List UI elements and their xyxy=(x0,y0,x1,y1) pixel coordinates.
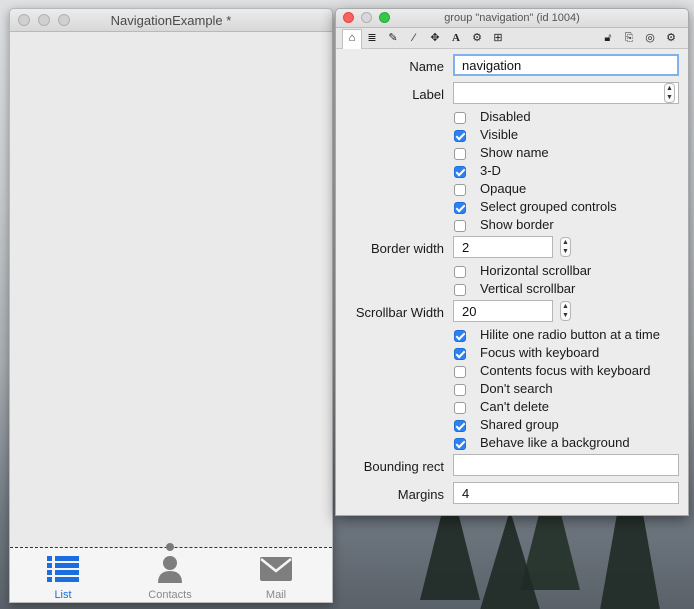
mail-icon xyxy=(260,557,292,581)
cant-delete-checkbox[interactable] xyxy=(454,402,466,414)
cant-delete-label: Can't delete xyxy=(480,399,549,414)
inspector-titlebar[interactable]: group "navigation" (id 1004) xyxy=(336,9,688,28)
gear-icon[interactable]: ⚙ xyxy=(662,30,680,46)
database-icon[interactable]: ≣ xyxy=(363,30,381,46)
pencil-icon[interactable]: ✎ xyxy=(384,30,402,46)
show-name-checkbox[interactable] xyxy=(454,148,466,160)
tree-shape xyxy=(480,510,540,609)
properties-form: Name navigation Label ▲ ▼ Disabled Visibl… xyxy=(336,49,688,515)
label-stepper[interactable]: ▲ ▼ xyxy=(664,83,675,103)
opaque-label: Opaque xyxy=(480,181,527,196)
window-titlebar[interactable]: NavigationExample * xyxy=(10,9,332,32)
tab-contacts[interactable]: Contacts xyxy=(140,554,200,601)
inspector-toolbar: ⌂ ≣ ✎ ⁄ ✥ A ⚙ ⊞ 🔓︎ ⎘ ◎ ⚙ xyxy=(336,28,688,49)
name-field[interactable]: navigation xyxy=(453,54,679,76)
behave-like-background-checkbox[interactable] xyxy=(454,438,466,450)
tab-list[interactable]: List xyxy=(33,554,93,601)
visible-checkbox[interactable] xyxy=(454,130,466,142)
tab-list-label: List xyxy=(54,589,72,601)
select-grouped-controls-label: Select grouped controls xyxy=(480,199,617,214)
name-label: Name xyxy=(409,59,444,74)
bounding-rect-field[interactable] xyxy=(453,454,679,476)
lock-icon[interactable]: 🔓︎ xyxy=(599,30,617,46)
tab-contacts-label: Contacts xyxy=(148,589,192,601)
dont-search-label: Don't search xyxy=(480,381,553,396)
navigation-tab-bar[interactable]: List Contacts Mail xyxy=(10,543,332,602)
show-name-label: Show name xyxy=(480,145,549,160)
focus-with-keyboard-checkbox[interactable] xyxy=(454,348,466,360)
export-icon[interactable]: ⎘ xyxy=(620,30,638,46)
shared-group-label: Shared group xyxy=(480,417,559,432)
label-field[interactable] xyxy=(453,82,679,104)
target-icon[interactable]: ◎ xyxy=(641,30,659,46)
contents-focus-label: Contents focus with keyboard xyxy=(480,363,651,378)
house-icon[interactable]: ⌂ xyxy=(342,29,362,49)
magic-wand-icon[interactable]: ⁄ xyxy=(405,30,423,46)
window-title: NavigationExample * xyxy=(110,13,232,28)
border-width-label: Border width xyxy=(371,241,444,256)
label-label: Label xyxy=(412,87,444,102)
app-window: NavigationExample * List Contacts Mail xyxy=(9,8,333,603)
shared-group-checkbox[interactable] xyxy=(454,420,466,432)
show-border-checkbox[interactable] xyxy=(454,220,466,232)
scrollbar-width-field[interactable]: 20 xyxy=(453,300,553,322)
selection-handle[interactable] xyxy=(166,543,174,551)
vertical-scrollbar-label: Vertical scrollbar xyxy=(480,281,576,296)
scrollbar-width-stepper[interactable]: ▲ ▼ xyxy=(560,301,571,321)
gears-icon[interactable]: ⚙ xyxy=(468,30,486,46)
border-width-field[interactable]: 2 xyxy=(453,236,553,258)
visible-label: Visible xyxy=(480,127,519,142)
hilite-one-radio-checkbox[interactable] xyxy=(454,330,466,342)
horizontal-scrollbar-checkbox[interactable] xyxy=(454,266,466,278)
tab-mail-label: Mail xyxy=(265,589,287,601)
tab-mail[interactable]: Mail xyxy=(246,554,306,601)
grid-icon[interactable]: ⊞ xyxy=(489,30,507,46)
dont-search-checkbox[interactable] xyxy=(454,384,466,396)
three-d-checkbox[interactable] xyxy=(454,166,466,178)
three-d-label: 3-D xyxy=(480,163,501,178)
card-content: List Contacts Mail xyxy=(10,32,332,602)
select-grouped-controls-checkbox[interactable] xyxy=(454,202,466,214)
disabled-label: Disabled xyxy=(480,109,531,124)
hilite-one-radio-label: Hilite one radio button at a time xyxy=(480,327,660,342)
margins-label: Margins xyxy=(397,487,444,502)
show-border-label: Show border xyxy=(480,217,554,232)
inspector-title: group "navigation" (id 1004) xyxy=(444,12,580,24)
disabled-checkbox[interactable] xyxy=(454,112,466,124)
property-inspector: group "navigation" (id 1004) ⌂ ≣ ✎ ⁄ ✥ A… xyxy=(335,8,689,516)
behave-like-background-label: Behave like a background xyxy=(480,435,630,450)
bounding-rect-label: Bounding rect xyxy=(363,459,444,474)
text-icon[interactable]: A xyxy=(447,30,465,46)
horizontal-scrollbar-label: Horizontal scrollbar xyxy=(480,263,592,278)
border-width-stepper[interactable]: ▲ ▼ xyxy=(560,237,571,257)
scrollbar-width-label: Scrollbar Width xyxy=(355,305,444,320)
margins-field[interactable]: 4 xyxy=(453,482,679,504)
opaque-checkbox[interactable] xyxy=(454,184,466,196)
contents-focus-checkbox[interactable] xyxy=(454,366,466,378)
focus-with-keyboard-label: Focus with keyboard xyxy=(480,345,600,360)
person-icon xyxy=(158,556,182,583)
move-icon[interactable]: ✥ xyxy=(426,30,444,46)
vertical-scrollbar-checkbox[interactable] xyxy=(454,284,466,296)
list-icon xyxy=(47,556,79,582)
